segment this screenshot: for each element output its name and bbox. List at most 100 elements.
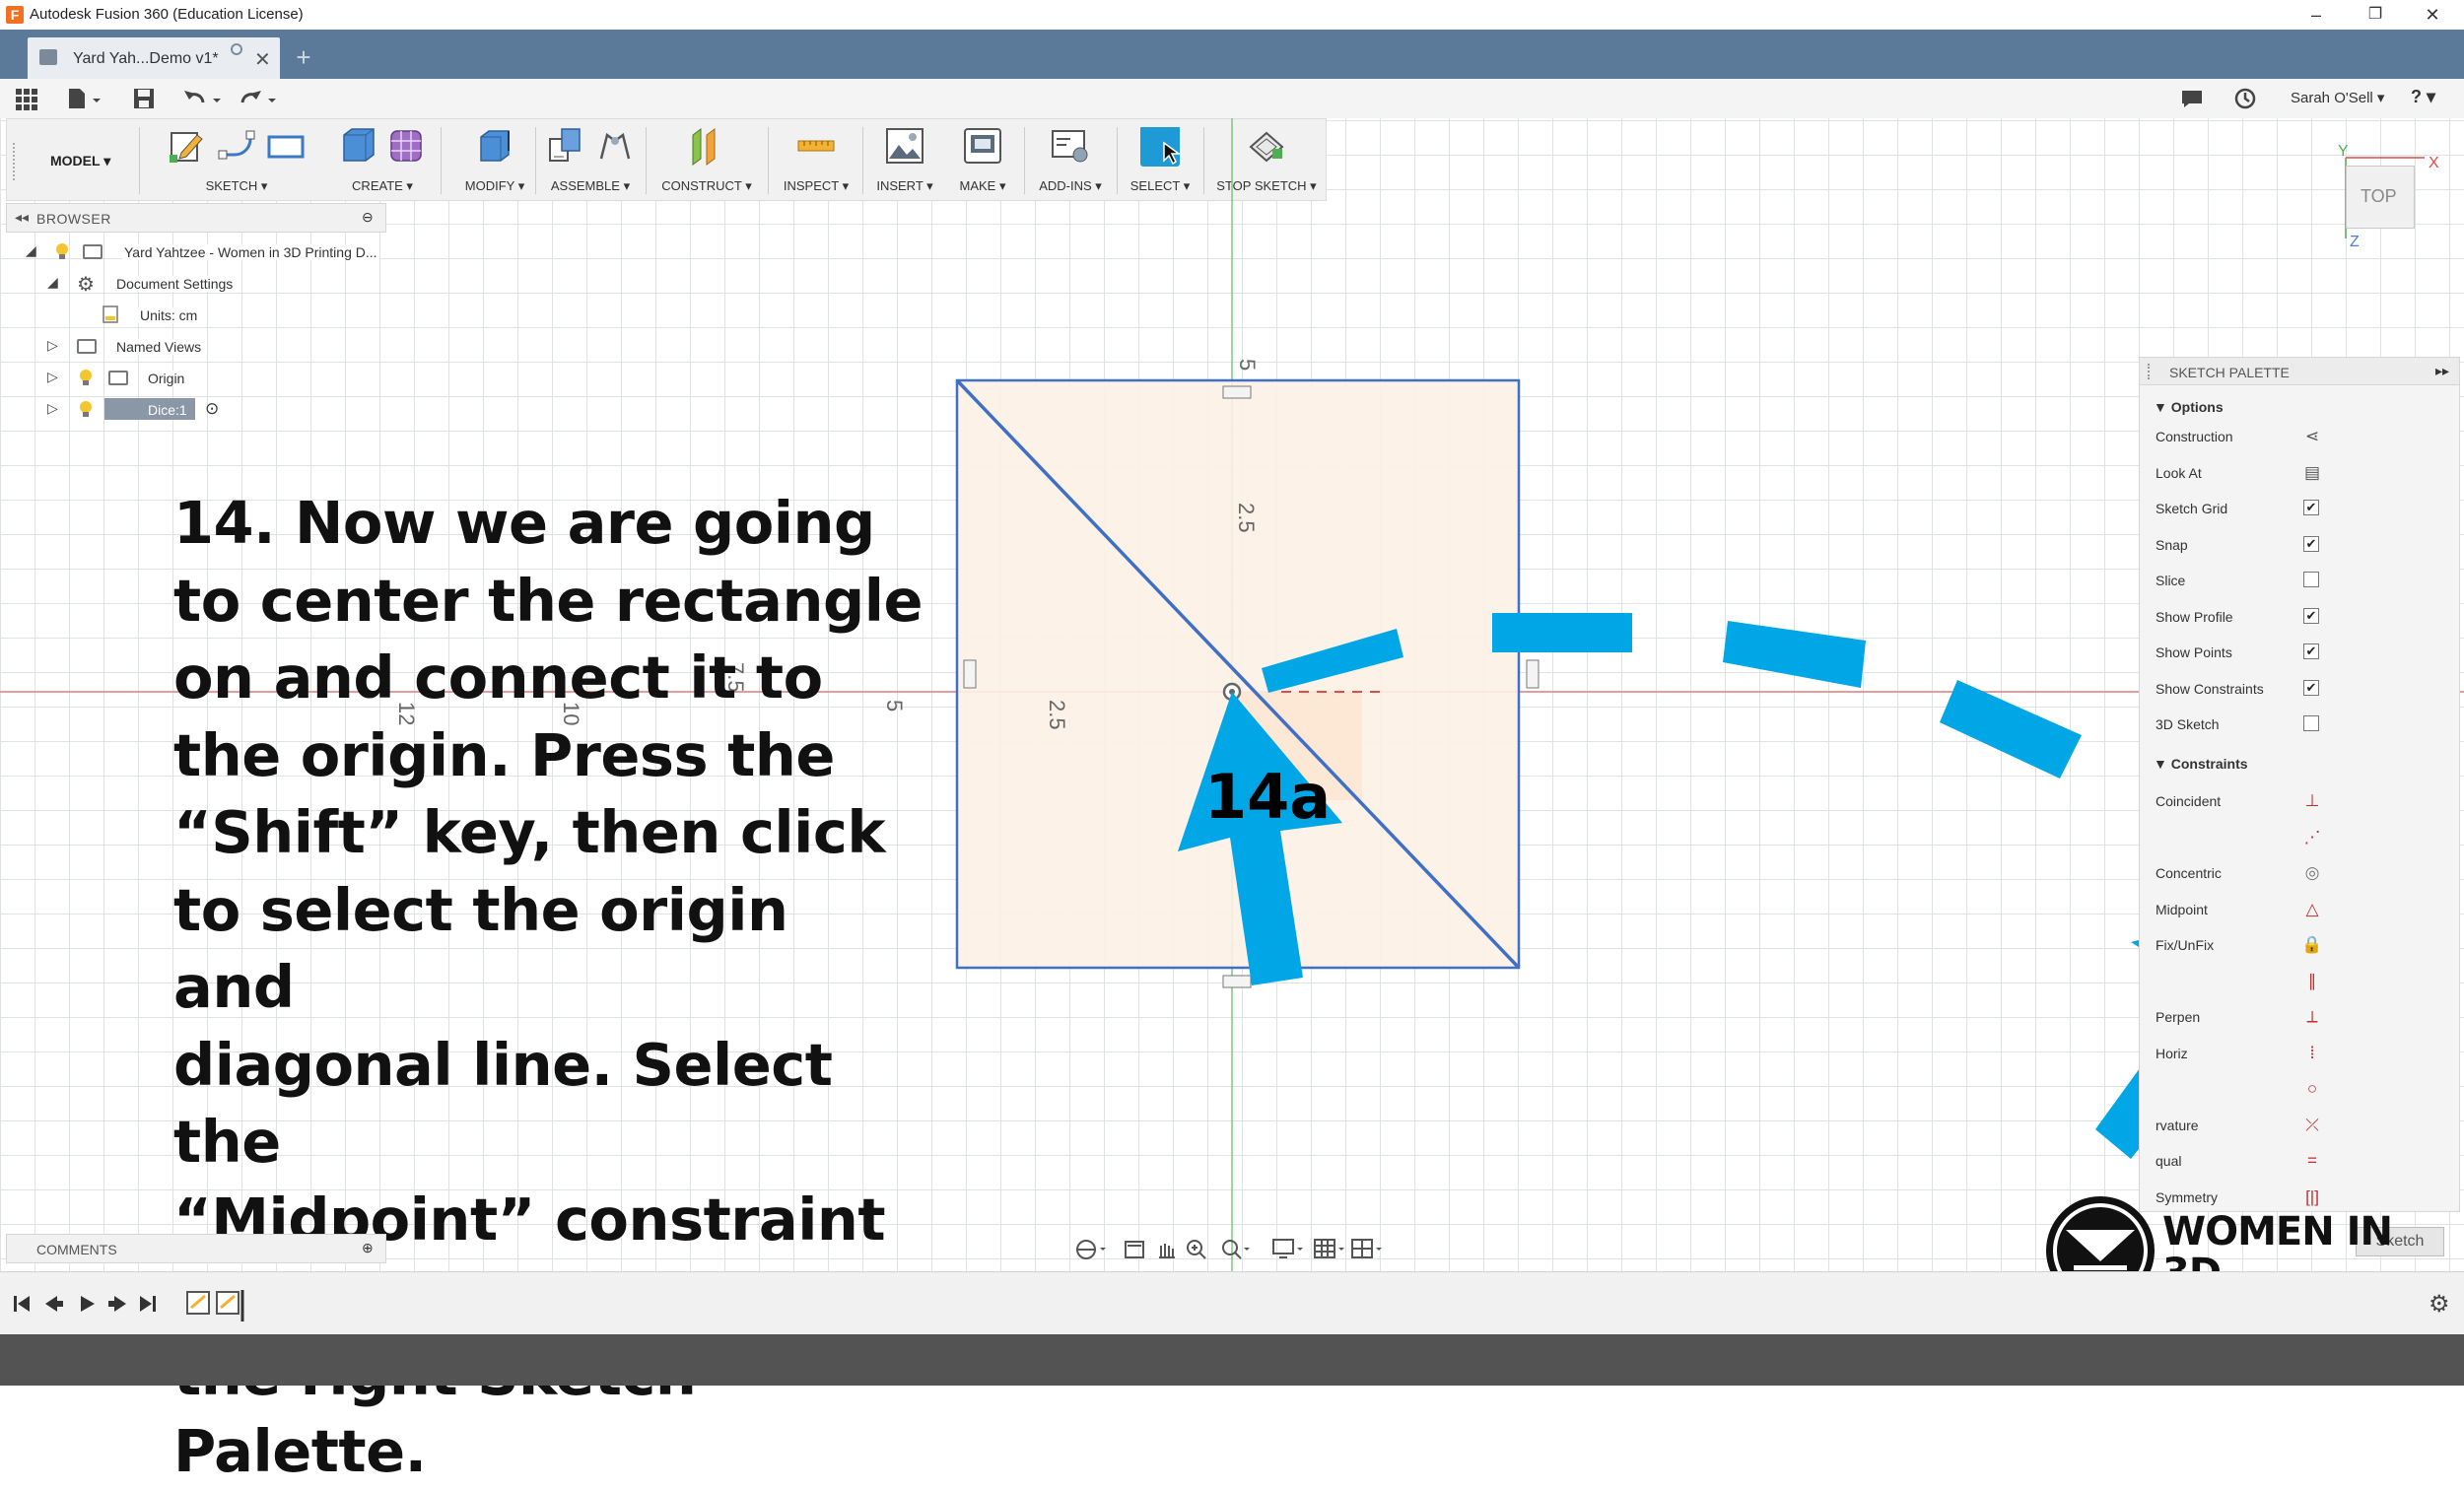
section-caret-icon: ▼	[2154, 756, 2171, 772]
navigation-bar	[1076, 1239, 1382, 1259]
constraint-label: Perpen	[2156, 1009, 2201, 1025]
viewcube-face-label: TOP	[2361, 186, 2397, 206]
options-title: Options	[2170, 399, 2224, 415]
constraint-label: qual	[2156, 1153, 2182, 1169]
constraint-row[interactable]: Concentric ◎	[2156, 863, 2319, 882]
play-icon[interactable]	[81, 1296, 95, 1312]
palette-option-label: Sketch Grid	[2156, 501, 2228, 516]
orbit-icon[interactable]	[1076, 1240, 1096, 1259]
instruction-line: the origin. Press the	[173, 720, 835, 789]
vertical-constraint-icon[interactable]	[963, 659, 977, 689]
dimension-top: 5	[1235, 359, 1260, 371]
constraint-label: Midpoint	[2156, 901, 2208, 917]
look-at-icon[interactable]	[1125, 1241, 1144, 1258]
checkbox[interactable]: ✔	[2303, 679, 2319, 696]
constraints-title: Constraints	[2170, 756, 2248, 772]
checkbox[interactable]	[2303, 572, 2319, 587]
constraint-row[interactable]: rvature ⤫	[2156, 1116, 2319, 1134]
palette-option-label: Look At	[2156, 464, 2202, 481]
checkbox[interactable]: ✔	[2303, 500, 2319, 515]
palette-option-row[interactable]: Show Profile ✔	[2156, 607, 2319, 625]
axis-x-label: X	[2429, 155, 2439, 171]
constraint-row[interactable]: Coincident ⊥	[2156, 791, 2319, 810]
constraint-label: Fix/UnFix	[2156, 937, 2215, 953]
constraint-label: Horiz	[2156, 1045, 2188, 1061]
expand-palette-icon[interactable]: ▸▸	[2435, 363, 2449, 379]
palette-option-label: 3D Sketch	[2156, 716, 2220, 732]
comments-panel-header[interactable]: COMMENTS ⊕	[6, 1234, 386, 1263]
add-comment-icon[interactable]: ⊕	[362, 1240, 374, 1256]
zoom-icon[interactable]	[1187, 1240, 1206, 1259]
dimension-horizontal: 2.5	[1045, 700, 1069, 730]
viewcube[interactable]: TOP	[2346, 166, 2415, 229]
checkbox[interactable]	[2303, 715, 2319, 731]
parallel-icon[interactable]: ∥	[2301, 971, 2323, 992]
go-to-end-icon[interactable]	[140, 1296, 156, 1312]
timeline-settings-gear-icon[interactable]: ⚙	[2429, 1290, 2450, 1319]
palette-option-label: Snap	[2156, 536, 2188, 553]
midpoint-icon[interactable]: △	[2301, 899, 2323, 920]
sketch-feature-icon[interactable]	[186, 1291, 210, 1315]
constraint-row[interactable]: Fix/UnFix 🔒	[2156, 935, 2323, 954]
callout-label-14a: 14a	[1204, 761, 1331, 833]
constraint-row[interactable]: qual =	[2156, 1151, 2317, 1170]
sketch-palette-header[interactable]: SKETCH PALETTE ▸▸	[2140, 358, 2459, 385]
constraints-section-header[interactable]: ▼ Constraints	[2154, 756, 2248, 772]
axis-y-label: Y	[2338, 144, 2349, 160]
grid-settings-icon[interactable]	[1314, 1239, 1335, 1258]
palette-option-row[interactable]: 3D Sketch	[2156, 715, 2319, 732]
fix-icon[interactable]: 🔒	[2301, 934, 2323, 956]
constraint-row[interactable]: Midpoint △	[2156, 900, 2319, 918]
instruction-line: to center the rectangle	[173, 566, 923, 635]
step-forward-icon[interactable]	[108, 1296, 126, 1312]
section-caret-icon: ▼	[2154, 399, 2171, 415]
palette-option-row[interactable]: Construction ⋖	[2156, 427, 2319, 445]
palette-option-label: Slice	[2156, 573, 2186, 588]
comments-title: COMMENTS	[36, 1242, 117, 1257]
palette-option-label: Show Constraints	[2156, 680, 2264, 697]
palette-option-row[interactable]: Sketch Grid ✔	[2156, 500, 2319, 516]
perpendicular-icon[interactable]: ⟂	[2301, 1006, 2323, 1028]
display-settings-icon[interactable]	[1272, 1239, 1294, 1258]
vertical-constraint-icon[interactable]	[1526, 659, 1540, 689]
constraint-row[interactable]: Perpen ⟂	[2156, 1007, 2318, 1026]
pan-icon[interactable]	[1159, 1244, 1175, 1258]
concentric-icon[interactable]: ◎	[2301, 862, 2323, 884]
logo-text-line1: WOMEN IN	[2162, 1209, 2393, 1254]
constraint-label: Coincident	[2156, 793, 2222, 809]
equal-icon[interactable]: =	[2301, 1150, 2323, 1172]
instruction-line: diagonal line. Select the	[173, 1030, 833, 1177]
timeline-features	[186, 1290, 244, 1322]
constraint-row[interactable]: Horiz ⦙	[2156, 1044, 2314, 1062]
coincident-icon[interactable]: ⊥	[2301, 790, 2323, 812]
look-at-icon[interactable]: ▤	[2301, 462, 2323, 484]
collinear-icon[interactable]: ⋰	[2301, 827, 2323, 848]
palette-option-row[interactable]: Snap ✔	[2156, 535, 2319, 553]
construction-icon[interactable]: ⋖	[2301, 426, 2323, 447]
tangent-icon[interactable]: ○	[2301, 1078, 2323, 1100]
palette-option-row[interactable]: Show Points ✔	[2156, 644, 2319, 660]
checkbox[interactable]: ✔	[2303, 535, 2319, 552]
horizontal-constraint-icon[interactable]	[1222, 385, 1252, 399]
instruction-line: 14. Now we are going	[173, 489, 875, 557]
instruction-line: “Shift” key, then click	[173, 798, 886, 866]
go-to-start-icon[interactable]	[14, 1296, 30, 1312]
curvature-icon[interactable]: ⤫	[2301, 1115, 2323, 1136]
checkbox[interactable]: ✔	[2303, 607, 2319, 624]
horizontal-constraint-icon[interactable]	[1222, 975, 1252, 988]
palette-option-label: Construction	[2156, 429, 2233, 444]
sketch-palette-title: SKETCH PALETTE	[2169, 365, 2290, 380]
options-section-header[interactable]: ▼ Options	[2154, 399, 2224, 415]
palette-option-label: Show Points	[2156, 644, 2232, 660]
dimension-vertical: 2.5	[1234, 503, 1259, 533]
sketch-feature-icon[interactable]	[216, 1291, 240, 1315]
axis-z-label: Z	[2350, 234, 2360, 250]
fit-icon[interactable]	[1222, 1240, 1242, 1259]
checkbox[interactable]: ✔	[2303, 644, 2319, 659]
palette-option-row[interactable]: Look At ▤	[2156, 463, 2320, 482]
palette-option-row[interactable]: Slice	[2156, 572, 2319, 588]
horizontal-vertical-icon[interactable]: ⦙	[2301, 1043, 2323, 1064]
step-back-icon[interactable]	[45, 1296, 63, 1312]
viewports-icon[interactable]	[1351, 1239, 1373, 1258]
palette-option-row[interactable]: Show Constraints ✔	[2156, 679, 2319, 697]
